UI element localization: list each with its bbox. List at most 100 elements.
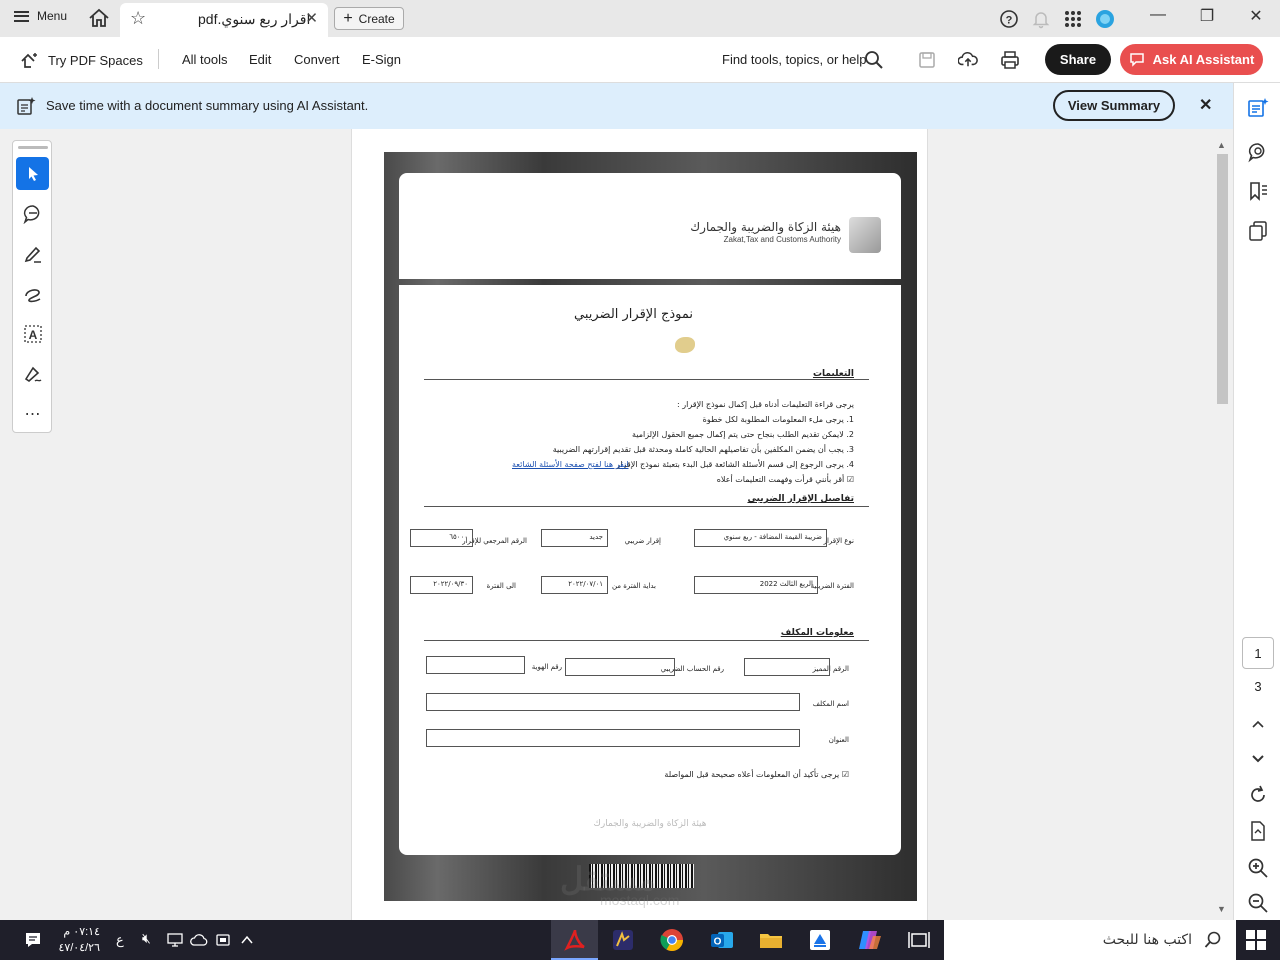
outlook-icon[interactable]: O	[708, 926, 736, 954]
nav-all-tools[interactable]: All tools	[182, 52, 228, 67]
cloud-upload-icon[interactable]	[958, 49, 978, 69]
onedrive-icon[interactable]	[190, 932, 208, 948]
more-tools-icon[interactable]: ⋯	[16, 397, 49, 430]
end-date-field[interactable]: ٢٠٢٢/٠٩/٣٠	[410, 576, 473, 594]
tax-return-field[interactable]: جديد	[541, 529, 608, 547]
palette-grip[interactable]	[18, 146, 48, 149]
find-tools-search[interactable]: Find tools, topics, or help	[722, 52, 867, 67]
comments-panel-icon[interactable]	[1247, 141, 1269, 163]
system-clock[interactable]: ٠٧:١٤ م ٤٧/٠٤/٢٦	[52, 924, 100, 956]
pages-thumbnails-icon[interactable]	[1247, 220, 1269, 242]
scroll-up-icon[interactable]: ▲	[1217, 140, 1226, 150]
instruction-item: 1. يرجى ملء المعلومات المطلوبة لكل خطوة	[702, 415, 854, 424]
end-label: الى الفترة	[486, 582, 516, 590]
bookmarks-icon[interactable]	[1247, 180, 1269, 202]
right-rail: 1 3	[1233, 83, 1280, 920]
menu-button[interactable]: Menu	[14, 9, 67, 23]
help-icon[interactable]: ?	[999, 9, 1019, 29]
id-number-field[interactable]	[426, 656, 525, 674]
search-icon	[1204, 931, 1221, 948]
pdf-spaces-label: Try PDF Spaces	[48, 52, 143, 68]
show-hidden-icons-icon[interactable]	[240, 933, 254, 947]
app-icon-1[interactable]	[609, 926, 637, 954]
document-tab[interactable]: ☆ اقرار ربع سنوي.pdf ✕	[120, 3, 328, 37]
copilot-icon[interactable]	[855, 926, 883, 954]
task-view-icon[interactable]	[905, 926, 933, 954]
star-icon[interactable]: ☆	[130, 8, 146, 29]
start-date-field[interactable]: ٢٠٢٢/٠٧/٠١	[541, 576, 608, 594]
reference-field[interactable]: ٦٥٠٠٠	[410, 529, 473, 547]
device-icon[interactable]	[215, 932, 231, 948]
app-icon-2[interactable]	[806, 926, 834, 954]
period-field[interactable]: الربع الثالث 2022	[694, 576, 818, 594]
zoom-in-icon[interactable]	[1247, 857, 1269, 879]
ai-summary-panel-icon[interactable]	[1247, 97, 1269, 119]
rotate-icon[interactable]	[1247, 784, 1269, 806]
select-tool[interactable]	[16, 157, 49, 190]
pen-sign-icon	[24, 366, 41, 382]
create-button[interactable]: + Create	[334, 7, 404, 30]
file-explorer-icon[interactable]	[757, 926, 785, 954]
authority-logo	[849, 217, 881, 253]
notification-bell-icon[interactable]	[1031, 9, 1051, 29]
total-pages: 3	[1254, 679, 1262, 694]
confirm-text: يرجى تأكيد أن المعلومات أعلاه صحيحة قبل …	[664, 770, 840, 779]
action-center-icon[interactable]	[24, 931, 42, 949]
unique-number-field[interactable]	[744, 658, 830, 676]
search-placeholder: اكتب هنا للبحث	[1102, 932, 1192, 948]
main-toolbar: Try PDF Spaces All tools Edit Convert E-…	[0, 37, 1280, 83]
address-field[interactable]	[426, 729, 800, 747]
return-type-field[interactable]: ضريبة القيمة المضافة - ربع سنوي	[694, 529, 827, 547]
stamp-mark	[675, 337, 695, 353]
previous-page-icon[interactable]	[1247, 713, 1269, 735]
view-summary-button[interactable]: View Summary	[1053, 90, 1175, 121]
highlight-tool[interactable]	[16, 237, 49, 270]
save-icon[interactable]	[917, 50, 937, 70]
page-header: هيئة الزكاة والضريبة والجمارك Zakat,Tax …	[399, 173, 901, 279]
faq-link[interactable]: انقر هنا لفتح صفحة الأسئلة الشائعة	[512, 460, 629, 469]
tab-title: اقرار ربع سنوي.pdf	[198, 11, 311, 27]
input-language[interactable]: ع	[116, 932, 124, 948]
volume-muted-icon[interactable]: 🔇︎	[142, 930, 151, 947]
scroll-thumb[interactable]	[1217, 154, 1228, 404]
acrobat-taskbar-icon[interactable]	[561, 926, 589, 954]
share-button[interactable]: Share	[1045, 44, 1111, 75]
scroll-down-icon[interactable]: ▼	[1217, 904, 1226, 914]
address-label: العنوان	[828, 736, 849, 744]
windows-start-icon[interactable]	[1246, 930, 1266, 950]
chrome-icon[interactable]	[658, 926, 686, 954]
print-icon[interactable]	[1000, 50, 1020, 70]
banner-close-icon[interactable]: ✕	[1199, 95, 1212, 115]
details-heading: تفاصيل الإقرار الضريبي	[747, 494, 854, 504]
nav-convert[interactable]: Convert	[294, 52, 340, 67]
acknowledge-checkbox[interactable]: ☑ أقر بأنني قرأت وفهمت التعليمات أعلاه	[717, 475, 854, 484]
comment-tool[interactable]	[16, 197, 49, 230]
confirm-checkbox[interactable]: ☑ يرجى تأكيد أن المعلومات أعلاه صحيحة قب…	[664, 770, 849, 779]
minimize-icon[interactable]: —	[1143, 6, 1173, 24]
nav-esign[interactable]: E-Sign	[362, 52, 401, 67]
home-icon[interactable]	[88, 8, 110, 28]
tax-account-field[interactable]	[565, 658, 675, 676]
network-icon[interactable]	[166, 932, 184, 948]
profile-avatar-icon[interactable]	[1095, 9, 1115, 29]
search-icon[interactable]	[864, 50, 884, 70]
text-box-tool[interactable]: A	[16, 317, 49, 350]
taskbar-search-box[interactable]: اكتب هنا للبحث	[944, 920, 1236, 960]
taxpayer-name-field[interactable]	[426, 693, 800, 711]
restore-icon[interactable]: ❐	[1192, 6, 1222, 26]
draw-tool[interactable]	[16, 277, 49, 310]
next-page-icon[interactable]	[1247, 747, 1269, 769]
svg-text:?: ?	[1006, 15, 1013, 27]
page-fit-icon[interactable]	[1247, 820, 1269, 842]
vertical-scrollbar[interactable]: ▲ ▼	[1215, 140, 1230, 918]
close-tab-icon[interactable]: ✕	[305, 9, 318, 27]
pdf-spaces-button[interactable]: Try PDF Spaces	[20, 51, 143, 69]
zoom-out-icon[interactable]	[1247, 892, 1269, 914]
return-type-label: نوع الإقرار	[823, 537, 854, 545]
nav-edit[interactable]: Edit	[249, 52, 271, 67]
sign-tool[interactable]	[16, 357, 49, 390]
window-close-icon[interactable]: ✕	[1241, 6, 1271, 26]
current-page-input[interactable]: 1	[1242, 637, 1274, 669]
ask-ai-assistant-button[interactable]: Ask AI Assistant	[1120, 44, 1263, 75]
apps-grid-icon[interactable]	[1063, 9, 1083, 29]
